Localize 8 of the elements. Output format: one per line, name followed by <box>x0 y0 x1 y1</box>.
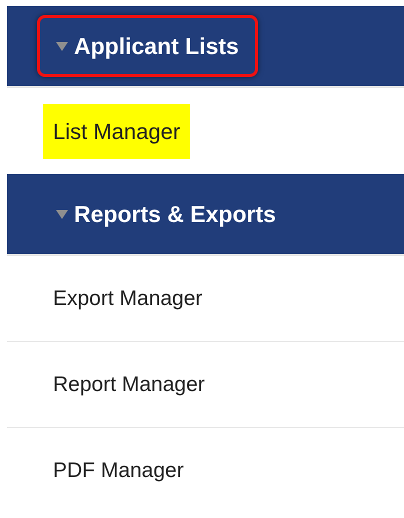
menu-item[interactable]: List Manager <box>43 104 190 158</box>
menu-item[interactable]: PDF Manager <box>43 444 194 498</box>
section-title: Reports & Exports <box>74 200 276 229</box>
section-header[interactable]: Applicant Lists <box>7 6 404 88</box>
menu-item[interactable]: Export Manager <box>43 272 212 326</box>
menu-item[interactable]: Report Manager <box>43 358 215 412</box>
section-title: Applicant Lists <box>74 32 239 61</box>
section-header[interactable]: Reports & Exports <box>7 174 404 256</box>
